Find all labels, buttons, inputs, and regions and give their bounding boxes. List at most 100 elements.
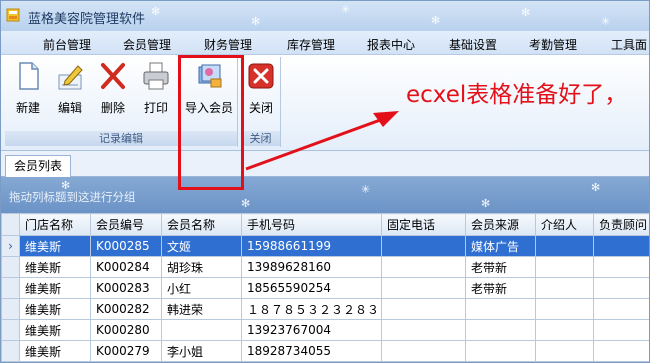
table-cell[interactable]: 维美斯 [19, 277, 91, 299]
table-cell[interactable]: 老带新 [465, 256, 536, 278]
table-cell[interactable]: 18928734055 [241, 340, 382, 362]
menu-reports[interactable]: 报表中心 [367, 36, 415, 53]
snowflake-icon: ✻ [251, 15, 261, 28]
table-cell[interactable] [465, 340, 536, 362]
table-cell[interactable]: 维美斯 [19, 235, 91, 257]
snowflake-icon: ✳ [601, 15, 611, 28]
table-cell[interactable] [381, 319, 466, 341]
table-cell[interactable] [593, 256, 649, 278]
row-indicator[interactable]: › [1, 235, 20, 257]
menu-inventory[interactable]: 库存管理 [287, 36, 335, 53]
snowflake-icon: ✻ [151, 5, 161, 18]
table-cell[interactable] [381, 277, 466, 299]
table-cell[interactable]: 13989628160 [241, 256, 382, 278]
table-cell[interactable]: 18565590254 [241, 277, 382, 299]
table-cell[interactable] [381, 256, 466, 278]
table-cell[interactable] [593, 235, 649, 257]
table-cell[interactable] [381, 298, 466, 320]
table-cell[interactable]: K000285 [90, 235, 162, 257]
table-cell[interactable] [535, 319, 594, 341]
group-by-hint: 拖动列标题到这进行分组 [9, 190, 136, 204]
ribbon-group-label-close: 关闭 [241, 131, 280, 146]
table-cell[interactable]: K000283 [90, 277, 162, 299]
table-cell[interactable] [465, 319, 536, 341]
column-header[interactable]: 门店名称 [19, 213, 91, 236]
menu-finance[interactable]: 财务管理 [204, 36, 252, 53]
member-table: 门店名称 会员编号 会员名称 手机号码 固定电话 会员来源 介绍人 负责顾问 ›… [1, 213, 649, 362]
delete-button[interactable]: 删除 [96, 61, 130, 116]
table-cell[interactable] [381, 340, 466, 362]
table-cell[interactable] [593, 298, 649, 320]
row-indicator[interactable] [1, 256, 20, 278]
table-row[interactable]: 维美斯 K000282 韩进荣 １８７８５３２３２８３ [1, 298, 649, 320]
table-cell[interactable]: 维美斯 [19, 340, 91, 362]
table-cell[interactable] [535, 256, 594, 278]
table-row[interactable]: › 维美斯 K000285 文姬 15988661199 媒体广告 [1, 235, 649, 257]
table-cell[interactable] [161, 319, 242, 341]
row-indicator[interactable] [1, 298, 20, 320]
table-row[interactable]: 维美斯 K000280 13923767004 [1, 319, 649, 341]
table-cell[interactable]: 文姬 [161, 235, 242, 257]
column-header[interactable]: 会员编号 [90, 213, 162, 236]
new-button[interactable]: 新建 [11, 61, 45, 116]
column-header[interactable]: 介绍人 [535, 213, 594, 236]
menu-front-desk[interactable]: 前台管理 [43, 36, 91, 53]
table-cell[interactable]: 维美斯 [19, 298, 91, 320]
table-cell[interactable]: 15988661199 [241, 235, 382, 257]
table-cell[interactable] [593, 277, 649, 299]
table-cell[interactable] [593, 319, 649, 341]
ribbon-group-close: 关闭 关闭 [241, 57, 281, 147]
table-row[interactable]: 维美斯 K000283 小红 18565590254 老带新 [1, 277, 649, 299]
table-cell[interactable]: 维美斯 [19, 319, 91, 341]
table-cell[interactable]: 小红 [161, 277, 242, 299]
tab-member-list[interactable]: 会员列表 [5, 155, 72, 177]
table-cell[interactable] [535, 277, 594, 299]
table-cell[interactable]: K000282 [90, 298, 162, 320]
close-button[interactable]: 关闭 [244, 61, 278, 116]
table-cell[interactable]: 老带新 [465, 277, 536, 299]
row-indicator[interactable] [1, 277, 20, 299]
table-cell[interactable] [381, 235, 466, 257]
menu-member-management[interactable]: 会员管理 [123, 36, 171, 53]
snowflake-icon: ✳ [341, 3, 351, 16]
group-by-panel[interactable]: 拖动列标题到这进行分组 ✻ ✻ ✳ ✻ ✻ [1, 177, 649, 213]
row-indicator[interactable] [1, 340, 20, 362]
edit-pencil-icon [58, 65, 83, 90]
printer-icon [143, 62, 169, 90]
snowflake-icon: ✻ [61, 179, 71, 192]
table-cell[interactable]: 13923767004 [241, 319, 382, 341]
print-button[interactable]: 打印 [139, 61, 173, 116]
table-cell[interactable] [535, 340, 594, 362]
table-cell[interactable]: K000279 [90, 340, 162, 362]
table-cell[interactable] [535, 298, 594, 320]
menu-basic-settings[interactable]: 基础设置 [449, 36, 497, 53]
table-cell[interactable]: １８７８５３２３２８３ [241, 298, 382, 320]
snowflake-icon: ✻ [591, 181, 601, 194]
edit-button-label: 编辑 [57, 101, 82, 115]
row-indicator-header [1, 213, 20, 236]
column-header[interactable]: 手机号码 [241, 213, 382, 236]
table-cell[interactable]: 胡珍珠 [161, 256, 242, 278]
menu-attendance[interactable]: 考勤管理 [529, 36, 577, 53]
table-row[interactable]: 维美斯 K000279 李小姐 18928734055 [1, 340, 649, 362]
table-cell[interactable] [535, 235, 594, 257]
edit-button[interactable]: 编辑 [53, 61, 87, 116]
table-cell[interactable]: 韩进荣 [161, 298, 242, 320]
table-cell[interactable]: 维美斯 [19, 256, 91, 278]
menu-tools[interactable]: 工具面 [611, 36, 647, 53]
table-cell[interactable]: K000284 [90, 256, 162, 278]
table-cell[interactable] [465, 298, 536, 320]
row-indicator[interactable] [1, 319, 20, 341]
column-header[interactable]: 会员名称 [161, 213, 242, 236]
column-header[interactable]: 会员来源 [465, 213, 536, 236]
table-row[interactable]: 维美斯 K000284 胡珍珠 13989628160 老带新 [1, 256, 649, 278]
snowflake-icon: ✳ [361, 183, 371, 196]
column-header[interactable]: 负责顾问 [593, 213, 649, 236]
app-window: 蓝格美容院管理软件 ✻ ✻ ✳ ✻ ✻ ✳ 前台管理 会员管理 财务管理 库存管… [0, 0, 650, 363]
column-header[interactable]: 固定电话 [381, 213, 466, 236]
title-bar: 蓝格美容院管理软件 ✻ ✻ ✳ ✻ ✻ ✳ [1, 1, 649, 31]
table-cell[interactable] [593, 340, 649, 362]
table-cell[interactable]: K000280 [90, 319, 162, 341]
table-cell[interactable]: 媒体广告 [465, 235, 536, 257]
table-cell[interactable]: 李小姐 [161, 340, 242, 362]
